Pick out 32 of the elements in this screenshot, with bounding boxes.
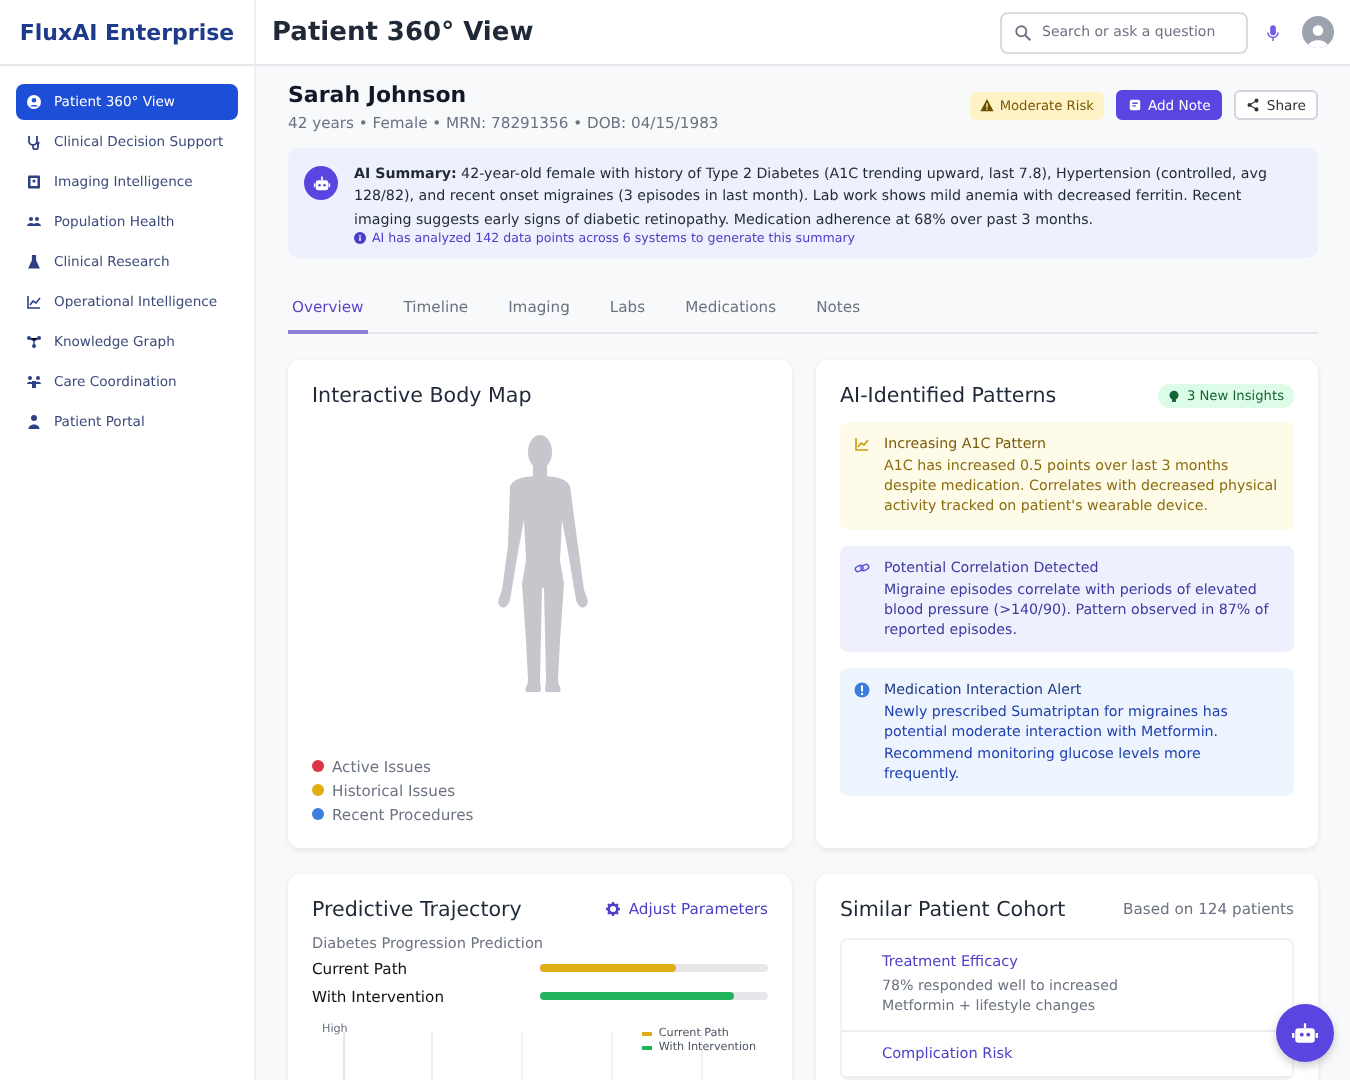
line-chart-icon [854, 435, 870, 452]
card-title: Interactive Body Map [312, 383, 532, 408]
gear-icon [606, 902, 621, 917]
person-silhouette-icon [1304, 20, 1332, 48]
search-icon [1014, 23, 1032, 41]
app-logo: FluxAI Enterprise [19, 19, 235, 45]
person-icon [26, 414, 42, 430]
team-icon [26, 374, 42, 390]
microphone-icon[interactable] [1264, 21, 1282, 43]
card-title: AI-Identified Patterns [840, 383, 1057, 408]
lightbulb-icon [1168, 389, 1181, 402]
info-icon [354, 232, 366, 245]
user-circle-icon [26, 94, 42, 110]
warning-icon [979, 98, 994, 112]
stethoscope-icon [26, 134, 42, 150]
share-icon [1246, 98, 1261, 112]
exclamation-icon [854, 682, 870, 699]
image-icon [26, 174, 42, 190]
avatar-icon[interactable] [1302, 16, 1334, 48]
page-title: Patient 360° View [272, 17, 536, 47]
flask-icon [26, 254, 42, 270]
card-title: Similar Patient Cohort [840, 897, 1066, 922]
patient-name: Sarah Johnson [288, 82, 469, 108]
people-icon [26, 214, 42, 230]
chat-assistant-button[interactable] [1276, 1004, 1334, 1062]
robot-icon [1292, 1020, 1318, 1046]
link-icon [854, 559, 870, 575]
note-icon [1127, 98, 1142, 112]
robot-face-icon [311, 173, 331, 193]
line-chart-icon [26, 294, 42, 310]
card-title: Predictive Trajectory [312, 897, 522, 922]
network-icon [26, 334, 42, 350]
